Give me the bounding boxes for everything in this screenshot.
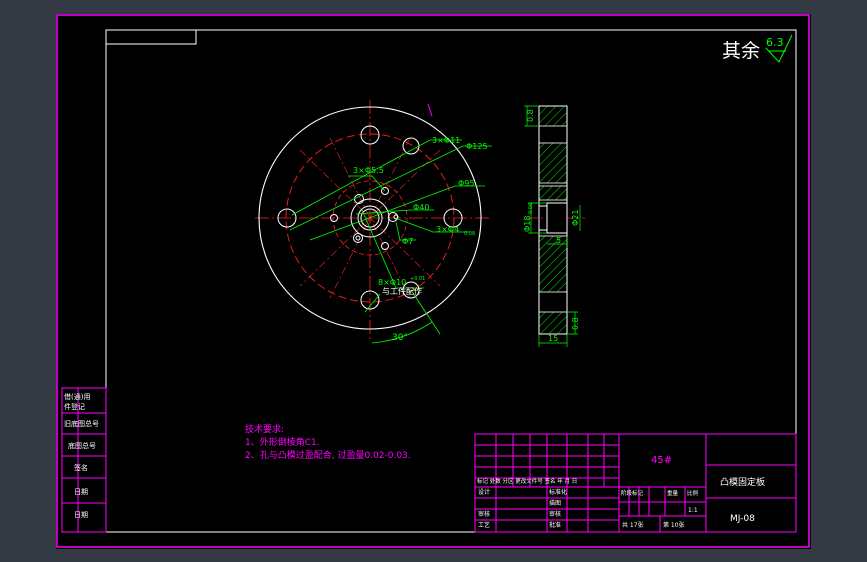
dim-40: Φ40 bbox=[413, 203, 429, 212]
dim-angle: 30° bbox=[392, 333, 408, 343]
notes-line-1: 1、外形倒棱角C1. bbox=[245, 436, 320, 448]
tb-scale-label: 比例 bbox=[687, 489, 699, 497]
hatch-5 bbox=[538, 311, 568, 335]
tb-part-name: 凸模固定板 bbox=[720, 476, 765, 488]
roughness-note: 其余 6.3 bbox=[722, 34, 793, 63]
tb-drawing: 描图 bbox=[549, 499, 561, 507]
dim-bore-tol: 0.06 bbox=[528, 203, 534, 214]
tb-stage: 阶段标记 bbox=[621, 489, 644, 497]
strip-label-0: 借(通)用 bbox=[64, 392, 90, 401]
tb-scale: 1:1 bbox=[688, 507, 698, 514]
hatch-3 bbox=[538, 185, 568, 201]
hatch-2 bbox=[538, 142, 568, 184]
dim-depth: 5 bbox=[556, 236, 561, 245]
dim-t-bottom: 0.8 bbox=[571, 317, 580, 330]
dim-8x10-tol: +0.01 bbox=[410, 276, 425, 282]
tb-weight: 重量 bbox=[667, 489, 679, 497]
cad-viewport[interactable]: 其余 6.3 3×Φ11 Φ125 3×Φ5.5 Φ95 Φ40 3×Φ4 0.… bbox=[0, 0, 867, 562]
dim-bore: Φ18 bbox=[523, 216, 532, 232]
drawing-sheet bbox=[56, 14, 811, 549]
hatch-4 bbox=[538, 235, 568, 293]
dim-7: Φ7 bbox=[402, 237, 413, 246]
dim-3x4: 3×Φ4 bbox=[436, 225, 459, 234]
dim-width: 15 bbox=[548, 334, 558, 343]
dim-8x10: 8×Φ10 bbox=[378, 278, 406, 287]
tb-check: 审核 bbox=[549, 510, 561, 518]
dim-cbore: Φ21 bbox=[571, 210, 580, 226]
strip-label-1: 件登记 bbox=[64, 402, 85, 411]
tb-design: 设计 bbox=[478, 488, 490, 496]
hatch-1 bbox=[538, 105, 568, 127]
roughness-value: 6.3 bbox=[766, 36, 784, 49]
dim-t-top: 0.8 bbox=[526, 109, 535, 122]
tb-process: 工艺 bbox=[478, 521, 490, 529]
tb-review: 审核 bbox=[478, 510, 490, 518]
dim-125: Φ125 bbox=[466, 142, 488, 151]
strip-label-5: 日期 bbox=[74, 488, 88, 496]
strip-label-2: 旧底图总号 bbox=[64, 419, 99, 428]
pin-note: 与工件配作 bbox=[382, 286, 422, 296]
tb-sheet-no: 第 10张 bbox=[663, 521, 685, 529]
strip-label-3: 底图总号 bbox=[68, 441, 96, 450]
side-bore bbox=[546, 202, 568, 234]
notes-heading: 技术要求: bbox=[245, 423, 284, 435]
dim-3x11: 3×Φ11 bbox=[432, 136, 460, 145]
dim-95: Φ95 bbox=[458, 179, 474, 188]
notes-line-2: 2、孔与凸模过盈配合, 过盈量0.02-0.03. bbox=[245, 449, 411, 461]
strip-label-6: 日期 bbox=[74, 511, 88, 519]
dim-3x4-tol: 0.08 bbox=[464, 231, 475, 237]
dim-3x5.5: 3×Φ5.5 bbox=[353, 166, 384, 175]
roughness-label: 其余 bbox=[722, 40, 760, 62]
tb-material: 45# bbox=[651, 455, 672, 466]
tb-revision-row: 标记 处数 分区 更改文件号 签名 年 月 日 bbox=[477, 477, 577, 485]
tb-sheet-total: 共 17张 bbox=[622, 521, 644, 529]
tb-standardize: 标准化 bbox=[549, 488, 567, 496]
tb-drawing-no: MJ-08 bbox=[730, 514, 755, 524]
tb-approve: 批准 bbox=[549, 521, 561, 529]
strip-label-4: 签名 bbox=[74, 463, 88, 472]
